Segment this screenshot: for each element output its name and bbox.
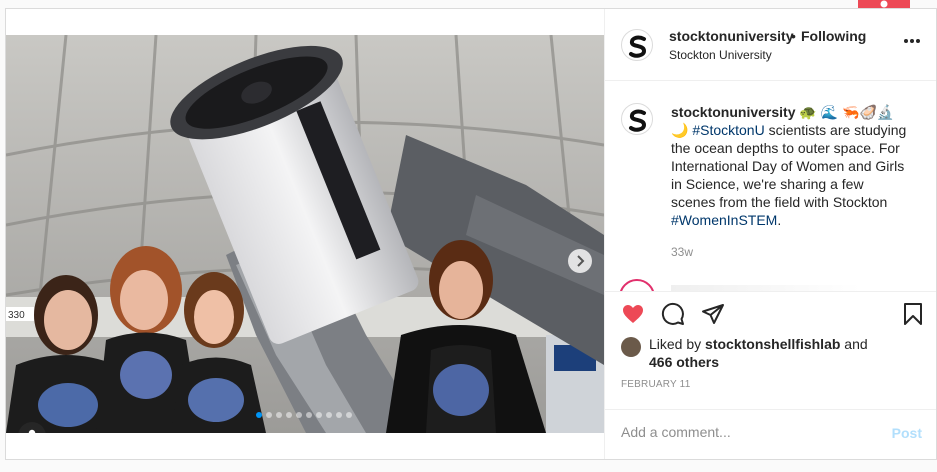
post-image[interactable]: 330 — [6, 35, 604, 433]
carousel-dot — [276, 412, 282, 418]
comment-avatar[interactable] — [619, 279, 655, 291]
chevron-right-icon — [577, 255, 585, 267]
likes-count-link[interactable]: 466 others — [649, 354, 719, 370]
post-comment-button[interactable]: Post — [892, 425, 922, 441]
following-button[interactable]: Following — [801, 28, 866, 44]
post-date[interactable]: FEBRUARY 11 — [621, 379, 690, 390]
paper-plane-icon[interactable] — [701, 302, 725, 326]
hashtag-link[interactable]: #StocktonU — [692, 122, 764, 138]
carousel-dot — [346, 412, 352, 418]
carousel-dot — [286, 412, 292, 418]
stockton-logo-icon — [629, 35, 647, 58]
caption-text-end: . — [777, 212, 782, 228]
observatory-photo: 330 — [6, 35, 604, 433]
bookmark-icon[interactable] — [901, 302, 925, 326]
stockton-logo-icon — [629, 109, 647, 132]
carousel-dot — [326, 412, 332, 418]
more-options-icon[interactable] — [904, 39, 920, 45]
carousel-dot — [306, 412, 312, 418]
post-header: stocktonuniversity • Following Stockton … — [605, 9, 936, 81]
post-sidebar: stocktonuniversity • Following Stockton … — [604, 9, 936, 459]
carousel-dot — [256, 412, 262, 418]
header-username[interactable]: stocktonuniversity — [669, 28, 793, 44]
carousel-next-button[interactable] — [568, 249, 592, 273]
carousel-dot — [336, 412, 342, 418]
liker-avatar[interactable] — [621, 337, 641, 357]
liker-username[interactable]: stocktonshellfishlab — [705, 336, 840, 352]
post-caption: stocktonuniversity 🐢 🌊 🦐🦪🔬 🌙 #StocktonU … — [671, 103, 911, 229]
avatar[interactable] — [621, 29, 653, 61]
carousel-dot — [296, 412, 302, 418]
header-separator: • — [791, 28, 796, 44]
caption-username[interactable]: stocktonuniversity — [671, 104, 795, 120]
add-comment-bar: Post — [605, 409, 936, 459]
likes-text: Liked by stocktonshellfishlab and 466 ot… — [649, 335, 909, 371]
carousel-dot — [316, 412, 322, 418]
likes-prefix: Liked by — [649, 336, 706, 352]
caption-timestamp[interactable]: 33w — [671, 245, 693, 259]
heart-filled-icon[interactable] — [621, 302, 645, 326]
action-bar — [605, 291, 936, 335]
tagged-users-button[interactable] — [18, 422, 46, 433]
comment-input[interactable] — [621, 424, 871, 440]
svg-text:330: 330 — [8, 310, 25, 321]
comment-icon[interactable] — [661, 302, 685, 326]
post-card: 330 stocktonuniversity • Following Stock… — [5, 8, 937, 460]
carousel-dot — [266, 412, 272, 418]
user-icon — [28, 429, 36, 433]
comments-section: stocktonuniversity 🐢 🌊 🦐🦪🔬 🌙 #StocktonU … — [605, 81, 936, 291]
likes-and: and — [840, 336, 868, 352]
carousel-indicator — [256, 412, 352, 418]
header-subtitle: Stockton University — [669, 48, 772, 62]
caption-avatar[interactable] — [621, 103, 653, 135]
hashtag-link[interactable]: #WomenInSTEM — [671, 212, 777, 228]
